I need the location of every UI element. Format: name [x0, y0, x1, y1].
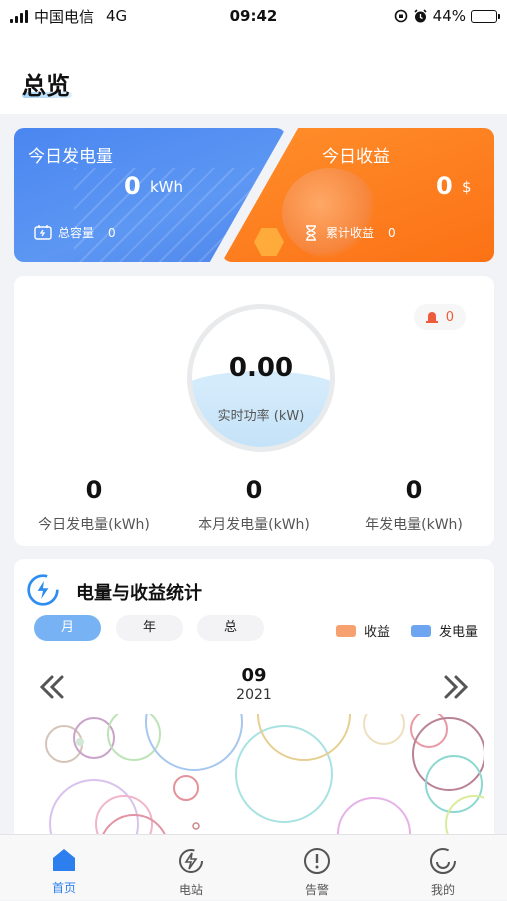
alarm-badge[interactable]: 0 [413, 304, 466, 330]
capacity-label: 总容量 [58, 226, 95, 240]
tab-month[interactable]: 月 [34, 615, 101, 641]
page-title: 总览 [22, 72, 70, 100]
status-bar: 中国电信 4G 09:42 44% [0, 0, 507, 32]
legend-generation-swatch [411, 624, 431, 637]
stat-month-label: 本月发电量(kWh) [198, 517, 310, 533]
power-panel: 0 0.00 实时功率 (kW) 0 今日发电量(kWh) 0 本月发电量(kW… [14, 276, 494, 546]
hexagon-decoration [254, 228, 284, 256]
stat-month-value: 0 [245, 476, 263, 504]
generation-label: 今日发电量 [28, 147, 113, 167]
statistics-section: 电量与收益统计 月 年 总 收益 发电量 09 2021 [14, 559, 494, 849]
stat-year-value: 0 [405, 476, 423, 504]
battery-percent: 44% [432, 7, 466, 25]
selected-year: 2021 [236, 687, 272, 703]
capacity-row: 总容量 0 [34, 224, 116, 241]
page-header: 总览 [0, 32, 507, 114]
tab-station-label: 电站 [178, 883, 203, 897]
generation-value: 0 [124, 172, 141, 200]
profile-icon [430, 848, 456, 874]
battery-icon [471, 9, 500, 23]
lightning-stats-icon [27, 574, 59, 606]
alarm-clock-icon [414, 8, 427, 22]
realtime-power-value: 0.00 [228, 353, 294, 383]
alarm-bell-icon [425, 312, 438, 323]
alarm-count: 0 [445, 309, 454, 325]
stat-month: 0 本月发电量(kWh) [174, 476, 334, 534]
status-right: 44% [394, 7, 500, 25]
alert-icon [304, 848, 330, 874]
home-icon [53, 849, 75, 871]
tab-profile[interactable]: 我的 [393, 835, 493, 901]
income-unit: $ [462, 178, 472, 196]
stat-today-label: 今日发电量(kWh) [38, 517, 150, 533]
station-icon [179, 849, 203, 873]
tab-total[interactable]: 总 [197, 615, 264, 641]
tab-home[interactable]: 首页 [14, 835, 114, 901]
summary-cards: 今日发电量 0 kWh 总容量 0 今日收益 0 $ 累计收益 0 [14, 128, 494, 262]
rotation-lock-icon [394, 9, 407, 23]
total-income-row: 累计收益 0 [302, 224, 396, 241]
selected-month: 09 [241, 665, 267, 686]
tab-alerts-label: 告警 [304, 883, 329, 897]
total-income-value: 0 [388, 225, 396, 240]
legend-generation: 发电量 [411, 621, 478, 640]
stat-today-value: 0 [85, 476, 103, 504]
income-value: 0 [436, 172, 453, 200]
tab-profile-label: 我的 [430, 883, 455, 897]
generation-unit: kWh [150, 178, 184, 196]
power-gauge: 0.00 实时功率 (kW) [187, 304, 335, 452]
legend-income: 收益 [336, 621, 390, 640]
battery-capacity-icon [34, 224, 52, 240]
total-income-label: 累计收益 [326, 226, 375, 240]
tab-home-label: 首页 [51, 881, 76, 895]
stat-year-label: 年发电量(kWh) [365, 517, 463, 533]
legend-income-label: 收益 [364, 625, 391, 640]
statistics-title: 电量与收益统计 [76, 583, 202, 604]
legend-generation-label: 发电量 [439, 625, 479, 640]
hourglass-icon [306, 224, 316, 241]
stat-year: 0 年发电量(kWh) [334, 476, 494, 534]
chart-placeholder-bubbles [45, 714, 484, 849]
tab-year[interactable]: 年 [116, 615, 183, 641]
piggy-bank-decoration [282, 168, 378, 258]
income-label: 今日收益 [322, 147, 390, 167]
stat-today: 0 今日发电量(kWh) [14, 476, 174, 534]
double-chevron-right-icon[interactable] [442, 673, 470, 701]
capacity-value: 0 [108, 225, 116, 240]
bottom-tab-bar: 首页 电站 告警 我的 [0, 834, 507, 900]
tab-station[interactable]: 电站 [141, 835, 241, 901]
tab-alerts[interactable]: 告警 [267, 835, 367, 901]
legend-income-swatch [336, 624, 356, 637]
realtime-power-label: 实时功率 (kW) [217, 409, 305, 424]
